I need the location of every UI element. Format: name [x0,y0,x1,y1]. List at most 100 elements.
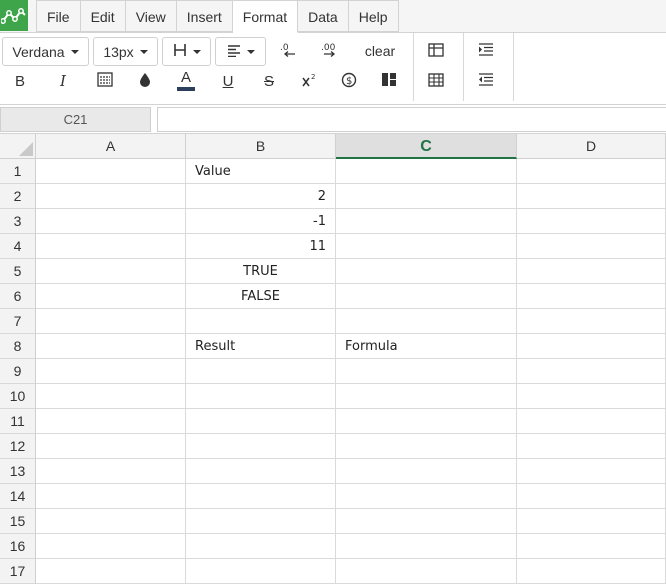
align-dropdown[interactable] [215,37,266,66]
row-header-15[interactable]: 15 [0,509,36,534]
cell-c10[interactable] [336,384,517,409]
cell-a6[interactable] [36,284,186,309]
currency-button[interactable]: $ [337,69,361,93]
cell-b12[interactable] [186,434,336,459]
row-header-5[interactable]: 5 [0,259,36,284]
table-button[interactable] [424,39,448,63]
cell-b2[interactable]: 2 [186,184,336,209]
strikethrough-button[interactable]: S [257,69,281,93]
cell-a16[interactable] [36,534,186,559]
cell-d6[interactable] [517,284,666,309]
tab-file[interactable]: File [36,0,81,32]
column-header-a[interactable]: A [36,134,186,159]
font-family-dropdown[interactable]: Verdana [2,37,89,66]
cell-c2[interactable] [336,184,517,209]
cell-c11[interactable] [336,409,517,434]
formula-input[interactable] [157,107,666,132]
cell-d16[interactable] [517,534,666,559]
outdent-button[interactable] [474,69,498,93]
column-header-b[interactable]: B [186,134,336,159]
cell-a5[interactable] [36,259,186,284]
cell-b17[interactable] [186,559,336,584]
row-header-12[interactable]: 12 [0,434,36,459]
tab-edit[interactable]: Edit [80,0,126,32]
underline-button[interactable]: U [216,69,240,93]
cell-b10[interactable] [186,384,336,409]
cell-b4[interactable]: 11 [186,234,336,259]
cell-a8[interactable] [36,334,186,359]
decrease-decimals-button[interactable]: .0 [276,39,302,63]
row-header-11[interactable]: 11 [0,409,36,434]
font-size-dropdown[interactable]: 13px [93,37,158,66]
cell-a12[interactable] [36,434,186,459]
row-header-8[interactable]: 8 [0,334,36,359]
tab-format[interactable]: Format [232,0,299,33]
cell-c3[interactable] [336,209,517,234]
cell-d11[interactable] [517,409,666,434]
cell-c7[interactable] [336,309,517,334]
cell-b5[interactable]: TRUE [186,259,336,284]
cell-c17[interactable] [336,559,517,584]
cell-a14[interactable] [36,484,186,509]
cell-d1[interactable] [517,159,666,184]
cell-d5[interactable] [517,259,666,284]
row-header-2[interactable]: 2 [0,184,36,209]
cell-c15[interactable] [336,509,517,534]
wrap-text-button[interactable] [93,69,117,93]
cell-d14[interactable] [517,484,666,509]
row-header-7[interactable]: 7 [0,309,36,334]
merge-cells-button[interactable] [377,69,401,93]
cell-b3[interactable]: -1 [186,209,336,234]
row-header-3[interactable]: 3 [0,209,36,234]
cell-a1[interactable] [36,159,186,184]
cell-b16[interactable] [186,534,336,559]
cell-b6[interactable]: FALSE [186,284,336,309]
indent-button[interactable] [474,39,498,63]
cell-a2[interactable] [36,184,186,209]
tab-insert[interactable]: Insert [176,0,233,32]
row-header-9[interactable]: 9 [0,359,36,384]
cell-a3[interactable] [36,209,186,234]
grid-button[interactable] [424,69,448,93]
cell-c9[interactable] [336,359,517,384]
cell-c1[interactable] [336,159,517,184]
cell-a13[interactable] [36,459,186,484]
row-header-16[interactable]: 16 [0,534,36,559]
borders-dropdown[interactable] [162,37,211,66]
cell-b9[interactable] [186,359,336,384]
cell-c13[interactable] [336,459,517,484]
cell-b13[interactable] [186,459,336,484]
cell-c6[interactable] [336,284,517,309]
cell-b15[interactable] [186,509,336,534]
cell-d10[interactable] [517,384,666,409]
column-header-d[interactable]: D [517,134,666,159]
cell-d13[interactable] [517,459,666,484]
row-header-10[interactable]: 10 [0,384,36,409]
row-header-6[interactable]: 6 [0,284,36,309]
cell-c14[interactable] [336,484,517,509]
fill-color-button[interactable] [133,69,157,93]
cell-d15[interactable] [517,509,666,534]
row-header-4[interactable]: 4 [0,234,36,259]
cell-d4[interactable] [517,234,666,259]
cell-b11[interactable] [186,409,336,434]
cell-c8[interactable]: Formula [336,334,517,359]
cell-reference-box[interactable]: C21 [0,107,151,132]
clear-button[interactable]: clear [358,39,402,63]
cell-d2[interactable] [517,184,666,209]
select-all-corner[interactable] [0,134,36,159]
italic-button[interactable]: I [51,69,75,93]
cell-d17[interactable] [517,559,666,584]
cell-a4[interactable] [36,234,186,259]
cell-a10[interactable] [36,384,186,409]
column-header-c[interactable]: C [336,134,517,159]
cell-b14[interactable] [186,484,336,509]
text-color-button[interactable]: A [174,67,198,95]
cell-b7[interactable] [186,309,336,334]
cell-c12[interactable] [336,434,517,459]
row-header-1[interactable]: 1 [0,159,36,184]
tab-help[interactable]: Help [348,0,399,32]
increase-decimals-button[interactable]: .00 [318,39,344,63]
cell-a9[interactable] [36,359,186,384]
cell-d3[interactable] [517,209,666,234]
